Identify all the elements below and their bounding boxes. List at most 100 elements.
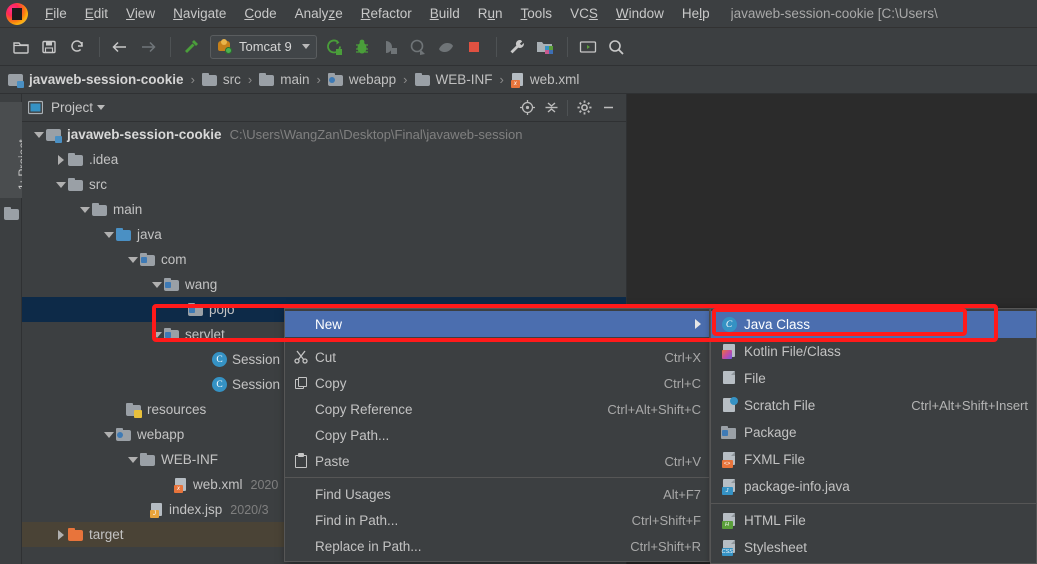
run-icon[interactable] (321, 34, 347, 60)
menu-item-code[interactable]: Code (235, 2, 285, 25)
context-menu-item-cut[interactable]: Cut Ctrl+X (285, 344, 709, 370)
context-menu-item-find-usages[interactable]: Find Usages Alt+F7 (285, 481, 709, 507)
twisty-down-icon[interactable] (102, 431, 116, 438)
chevron-down-icon[interactable] (301, 44, 310, 49)
context-menu-item-paste[interactable]: Paste Ctrl+V (285, 448, 709, 474)
submenu-item-fxml-file[interactable]: <> FXML File (711, 446, 1036, 473)
tree-item-project-root[interactable]: javaweb-session-cookie C:\Users\WangZan\… (22, 122, 626, 147)
context-menu-separator (285, 340, 709, 341)
run-with-coverage-icon (377, 34, 403, 60)
html-file-icon: H (719, 512, 739, 529)
tree-item-label: Session (232, 352, 281, 367)
settings-wrench-icon[interactable] (504, 34, 530, 60)
menu-item-edit[interactable]: Edit (76, 2, 117, 25)
paste-icon (291, 453, 311, 468)
breadcrumb-item-webapp[interactable]: webapp (327, 72, 397, 88)
search-everywhere-icon[interactable] (603, 34, 629, 60)
twisty-down-icon[interactable] (32, 131, 46, 138)
twisty-down-icon[interactable] (150, 331, 164, 338)
build-hammer-icon[interactable] (178, 34, 204, 60)
menu-item-navigate[interactable]: Navigate (164, 2, 235, 25)
package-icon (188, 302, 204, 318)
menu-item-tools[interactable]: Tools (512, 2, 562, 25)
twisty-right-icon[interactable] (54, 529, 68, 540)
menu-item-help[interactable]: Help (673, 2, 719, 25)
context-menu-item-new[interactable]: New (285, 311, 709, 337)
context-menu-item-replace-in-path[interactable]: Replace in Path... Ctrl+Shift+R (285, 533, 709, 559)
menu-item-file[interactable]: File (36, 2, 76, 25)
menu-item-refactor[interactable]: Refactor (352, 2, 421, 25)
folder-icon (259, 72, 275, 88)
xml-file-icon: x (510, 72, 525, 88)
tree-item-label: src (89, 177, 107, 192)
fxml-file-icon: <> (719, 451, 739, 468)
twisty-down-icon[interactable] (126, 456, 140, 463)
back-arrow-icon[interactable] (107, 34, 133, 60)
breadcrumb-item-project[interactable]: javaweb-session-cookie (8, 72, 184, 88)
structure-folder-icon[interactable] (4, 206, 20, 222)
module-icon (8, 72, 24, 88)
tree-item-java[interactable]: java (22, 222, 626, 247)
main-toolbar: Tomcat 9 (0, 28, 1037, 66)
context-menu-item-find-in-path[interactable]: Find in Path... Ctrl+Shift+F (285, 507, 709, 533)
submenu-label: Java Class (744, 317, 811, 332)
project-structure-icon[interactable] (532, 34, 558, 60)
menu-item-window[interactable]: Window (607, 2, 673, 25)
tree-item-label: web.xml (193, 477, 243, 492)
breadcrumb-item-src[interactable]: src (201, 72, 241, 88)
context-menu-item-copy-reference[interactable]: Copy Reference Ctrl+Alt+Shift+C (285, 396, 709, 422)
breadcrumb-item-webxml[interactable]: x web.xml (510, 72, 579, 88)
twisty-down-icon[interactable] (54, 181, 68, 188)
target-folder-icon (68, 527, 84, 543)
tree-item-wang[interactable]: wang (22, 272, 626, 297)
twisty-down-icon[interactable] (150, 281, 164, 288)
folder-icon (68, 177, 84, 193)
debug-icon[interactable] (349, 34, 375, 60)
tree-item-label: .idea (89, 152, 119, 167)
submenu-item-package-info-java[interactable]: J package-info.java (711, 473, 1036, 500)
breadcrumb-label: main (280, 72, 310, 87)
breadcrumb-item-main[interactable]: main (259, 72, 310, 88)
twisty-down-icon[interactable] (126, 256, 140, 263)
tree-item-idea[interactable]: .idea (22, 147, 626, 172)
terminal-icon[interactable] (575, 34, 601, 60)
submenu-item-java-class[interactable]: C Java Class (711, 311, 1036, 338)
tree-item-com[interactable]: com (22, 247, 626, 272)
context-menu-item-copy[interactable]: Copy Ctrl+C (285, 370, 709, 396)
save-icon[interactable] (36, 34, 62, 60)
resources-folder-icon (126, 402, 142, 418)
breadcrumb-label: webapp (348, 72, 397, 87)
twisty-down-icon[interactable] (78, 206, 92, 213)
menu-item-run[interactable]: Run (469, 2, 512, 25)
sidebar-item-project[interactable]: 1: Project (0, 102, 30, 198)
tree-item-src[interactable]: src (22, 172, 626, 197)
submenu-item-stylesheet[interactable]: CSS Stylesheet (711, 534, 1036, 561)
menu-item-vcs[interactable]: VCS (561, 2, 607, 25)
menu-item-analyze[interactable]: Analyze (286, 2, 352, 25)
submenu-item-kotlin-file-class[interactable]: Kotlin File/Class (711, 338, 1036, 365)
submenu-item-scratch-file[interactable]: Scratch File Ctrl+Alt+Shift+Insert (711, 392, 1036, 419)
twisty-down-icon[interactable] (102, 231, 116, 238)
menu-item-view[interactable]: View (117, 2, 164, 25)
tree-item-label: javaweb-session-cookie (67, 127, 222, 142)
run-configuration-selector[interactable]: Tomcat 9 (210, 34, 317, 59)
collapse-all-icon[interactable] (539, 97, 563, 119)
sync-icon[interactable] (64, 34, 90, 60)
breadcrumb-item-webinf[interactable]: WEB-INF (414, 72, 493, 88)
locate-target-icon[interactable] (515, 97, 539, 119)
menu-item-build[interactable]: Build (421, 2, 469, 25)
chevron-down-icon[interactable] (97, 105, 106, 110)
tree-item-main[interactable]: main (22, 197, 626, 222)
context-menu-label: Find in Path... (315, 512, 399, 528)
gear-icon[interactable] (572, 97, 596, 119)
java-class-icon: C (212, 377, 227, 392)
context-menu-separator-2 (285, 477, 709, 478)
context-menu-item-copy-path[interactable]: Copy Path... (285, 422, 709, 448)
stop-icon[interactable] (461, 34, 487, 60)
submenu-item-html-file[interactable]: H HTML File (711, 507, 1036, 534)
open-folder-icon[interactable] (8, 34, 34, 60)
hide-icon[interactable] (596, 97, 620, 119)
twisty-right-icon[interactable] (54, 154, 68, 165)
submenu-item-package[interactable]: Package (711, 419, 1036, 446)
submenu-item-file[interactable]: File (711, 365, 1036, 392)
